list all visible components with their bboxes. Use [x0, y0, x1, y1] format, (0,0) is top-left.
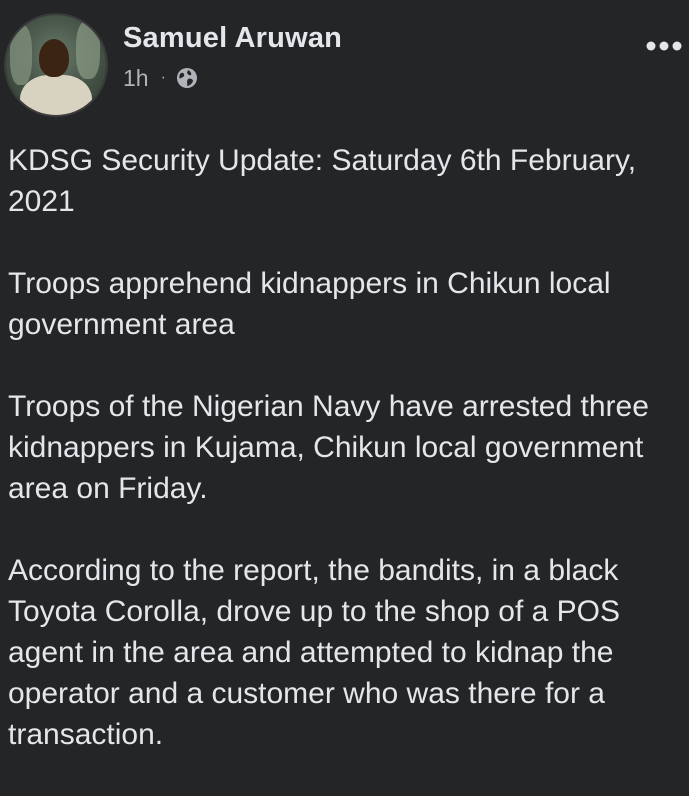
post-paragraph-headline: Troops apprehend kidnappers in Chikun lo…	[8, 267, 611, 341]
post-paragraph: Troops of the Nigerian Navy have arreste…	[8, 390, 649, 505]
post-paragraph-title: KDSG Security Update: Saturday 6th Febru…	[8, 144, 637, 218]
post-body: KDSG Security Update: Saturday 6th Febru…	[8, 140, 684, 796]
avatar-shirt	[20, 75, 92, 115]
post-timestamp[interactable]: 1h	[123, 65, 149, 92]
avatar-background-tree	[10, 25, 32, 85]
globe-icon[interactable]	[176, 67, 198, 89]
more-horizontal-icon	[646, 41, 682, 51]
post-header: Samuel Aruwan 1h ·	[0, 0, 689, 125]
author-name[interactable]: Samuel Aruwan	[123, 22, 342, 55]
author-avatar[interactable]	[6, 15, 106, 115]
avatar-face	[39, 39, 69, 77]
more-options-button[interactable]	[644, 32, 684, 60]
post-paragraph: According to the report, the bandits, in…	[8, 554, 621, 751]
meta-separator: ·	[160, 69, 166, 86]
post-meta: 1h ·	[123, 63, 198, 93]
avatar-background-tree	[76, 21, 100, 79]
